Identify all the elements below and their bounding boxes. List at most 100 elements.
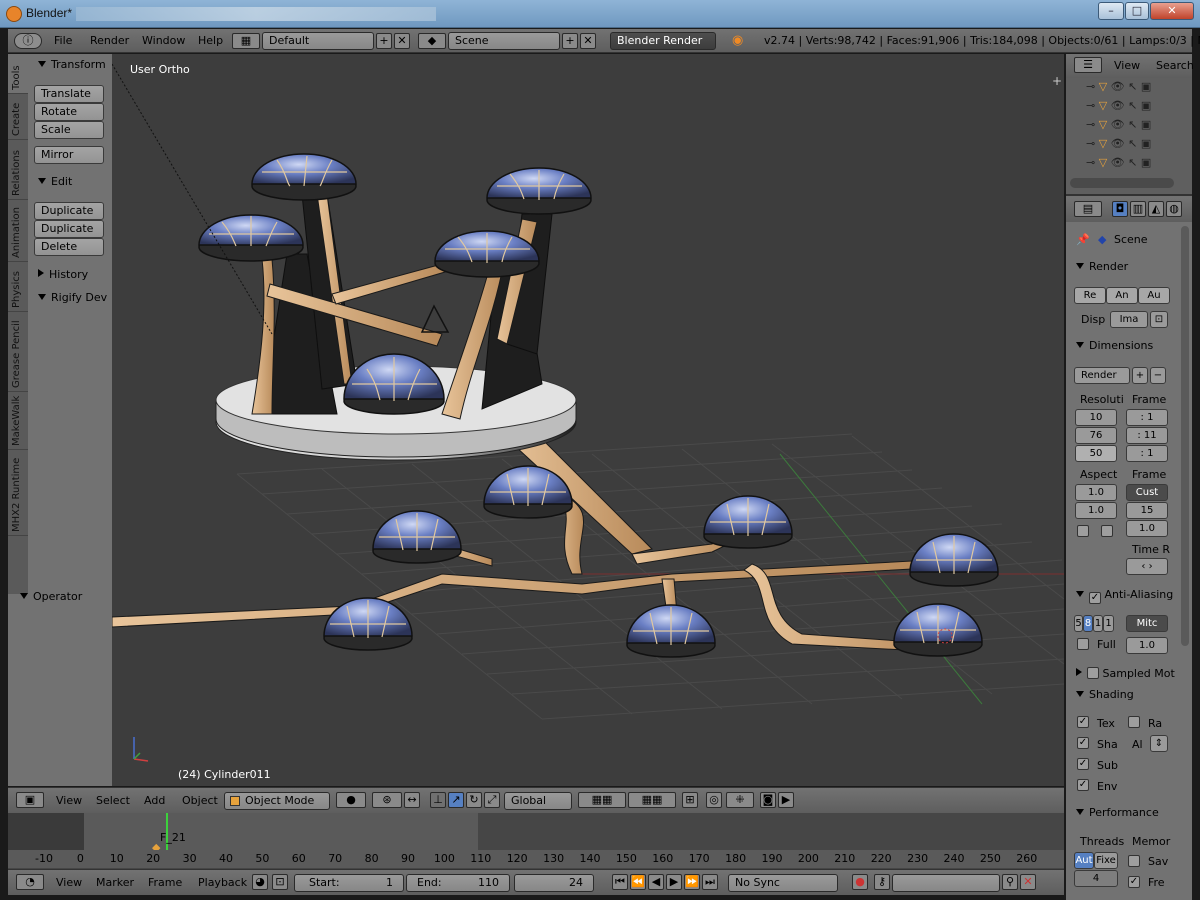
border-checkbox[interactable] xyxy=(1077,525,1089,537)
lock-interface-icon[interactable]: ⊡ xyxy=(1150,311,1168,328)
raytrace-checkbox[interactable] xyxy=(1128,716,1140,728)
pin-icon[interactable]: 📌 xyxy=(1076,233,1090,246)
outliner-row[interactable]: ⊸ ▽ 👁 ↖ ▣ xyxy=(1086,80,1200,96)
opengl-anim-icon[interactable]: ▶ xyxy=(778,792,794,808)
resolution-y-field[interactable]: 76 xyxy=(1075,427,1117,444)
edit-panel-header[interactable]: Edit xyxy=(38,175,72,188)
jump-start-icon[interactable]: ⏮ xyxy=(612,874,628,890)
layout-selector[interactable]: Default xyxy=(262,32,374,50)
tab-physics[interactable]: Physics xyxy=(8,262,28,312)
layers-right-icon[interactable]: ▦▦ xyxy=(628,792,676,808)
sampled-motion-checkbox[interactable] xyxy=(1087,667,1099,679)
transform-gizmo-icon[interactable]: ⊥ xyxy=(430,792,446,808)
remove-preset-icon[interactable]: − xyxy=(1150,367,1166,384)
keying-set-field[interactable] xyxy=(892,874,1000,892)
frame-step-field[interactable]: : 1 xyxy=(1126,445,1168,462)
pivot-point-icon[interactable]: ⊛ xyxy=(372,792,402,808)
operator-panel-header[interactable]: Operator xyxy=(20,590,82,603)
menu-window[interactable]: Window xyxy=(142,34,185,47)
alpha-mode-dropdown[interactable]: ⇕ xyxy=(1150,735,1168,752)
tab-mhx2-runtime[interactable]: MHX2 Runtime xyxy=(8,450,28,536)
history-panel-header[interactable]: History xyxy=(38,268,88,281)
tab-makewalk[interactable]: MakeWalk xyxy=(8,392,28,450)
outliner-editor-icon[interactable]: ☰ xyxy=(1074,57,1102,73)
screen-layout-icon[interactable]: ▦ xyxy=(232,33,260,49)
play-icon[interactable]: ▶ xyxy=(666,874,682,890)
outliner-view-menu[interactable]: View xyxy=(1114,59,1140,72)
frame-start-field[interactable]: : 1 xyxy=(1126,409,1168,426)
minimize-button[interactable]: – xyxy=(1098,2,1124,20)
insert-keyframe-icon[interactable]: ⚲ xyxy=(1002,874,1018,890)
dimensions-panel-header[interactable]: Dimensions xyxy=(1076,339,1153,352)
anti-aliasing-checkbox[interactable]: ✓ xyxy=(1089,592,1101,604)
playback-menu[interactable]: Playback xyxy=(198,876,247,889)
current-frame-field[interactable]: 24 xyxy=(514,874,594,892)
outliner-scrollbar[interactable] xyxy=(1070,178,1174,188)
properties-scrollbar[interactable] xyxy=(1181,226,1189,646)
add-layout-icon[interactable]: + xyxy=(376,33,392,49)
tab-relations[interactable]: Relations xyxy=(8,140,28,200)
outliner-row[interactable]: ⊸ ▽ 👁 ↖ ▣ xyxy=(1086,156,1200,172)
free-images-checkbox[interactable]: ✓ xyxy=(1128,876,1140,888)
translate-button[interactable]: Translate xyxy=(34,85,104,103)
menu-render[interactable]: Render xyxy=(90,34,129,47)
frame-menu[interactable]: Frame xyxy=(148,876,182,889)
timeline-ruler[interactable] xyxy=(8,850,1064,868)
rigify-panel-header[interactable]: Rigify Dev xyxy=(38,291,107,304)
start-frame-field[interactable]: Start: 1 xyxy=(294,874,404,892)
anti-aliasing-panel-header[interactable]: ✓ Anti-Aliasing xyxy=(1076,588,1173,604)
end-frame-field[interactable]: End: 110 xyxy=(406,874,510,892)
scale-gizmo-icon[interactable]: ⤢ xyxy=(484,792,500,808)
duplicate-linked-button[interactable]: Duplicate ... xyxy=(34,220,104,251)
environment-checkbox[interactable]: ✓ xyxy=(1077,779,1089,791)
timeline-view-menu[interactable]: View xyxy=(56,876,82,889)
render-panel-header[interactable]: Render xyxy=(1076,260,1128,273)
close-button[interactable]: ✕ xyxy=(1150,2,1194,20)
aa-samples-11[interactable]: 1 xyxy=(1093,615,1103,632)
full-sample-checkbox[interactable] xyxy=(1077,638,1089,650)
threads-count-field[interactable]: 4 xyxy=(1074,870,1118,887)
render-tab-icon[interactable]: ◘ xyxy=(1112,201,1128,217)
aa-samples-8[interactable]: 8 xyxy=(1083,615,1093,632)
snap-icon[interactable]: ⁜ xyxy=(726,792,754,808)
delete-button[interactable]: Delete xyxy=(34,238,104,256)
filter-size-field[interactable]: 1.0 xyxy=(1126,637,1168,654)
translate-gizmo-icon[interactable]: ↗ xyxy=(448,792,464,808)
aa-samples-16[interactable]: 1 xyxy=(1103,615,1114,632)
tab-grease-pencil[interactable]: Grease Pencil xyxy=(8,312,28,392)
scene-icon[interactable]: ◆ xyxy=(418,33,446,49)
properties-editor-icon[interactable]: ▤ xyxy=(1074,201,1102,217)
keying-set-icon[interactable]: ⚷ xyxy=(874,874,890,890)
fps-field[interactable]: 15 xyxy=(1126,502,1168,519)
world-tab-icon[interactable]: ◍ xyxy=(1166,201,1182,217)
info-editor-icon[interactable]: ⓘ xyxy=(14,33,42,49)
lock-camera-icon[interactable]: ⊞ xyxy=(682,792,698,808)
jump-end-icon[interactable]: ⏭ xyxy=(702,874,718,890)
manipulator-toggle-icon[interactable]: ↔ xyxy=(404,792,420,808)
3d-view-editor-icon[interactable]: ▣ xyxy=(16,792,44,808)
next-keyframe-icon[interactable]: ⏩ xyxy=(684,874,700,890)
time-remap-field[interactable]: ‹ › xyxy=(1126,558,1168,575)
render-animation-button[interactable]: An xyxy=(1106,287,1138,304)
aspect-x-field[interactable]: 1.0 xyxy=(1075,484,1117,501)
fps-base-field[interactable]: 1.0 xyxy=(1126,520,1168,537)
outliner-row[interactable]: ⊸ ▽ 👁 ↖ ▣ xyxy=(1086,118,1200,134)
aa-samples-5[interactable]: 5 xyxy=(1074,615,1083,632)
frame-end-field[interactable]: : 11 xyxy=(1126,427,1168,444)
performance-panel-header[interactable]: Performance xyxy=(1076,806,1159,819)
threads-fixed-button[interactable]: Fixe xyxy=(1094,852,1118,869)
render-layers-tab-icon[interactable]: ▥ xyxy=(1130,201,1146,217)
render-preset-dropdown[interactable]: Render xyxy=(1074,367,1130,384)
add-region-icon[interactable]: + xyxy=(1052,74,1062,88)
object-menu[interactable]: Object xyxy=(182,794,218,807)
add-preset-icon[interactable]: + xyxy=(1132,367,1148,384)
resolution-x-field[interactable]: 10 xyxy=(1075,409,1117,426)
proportional-edit-icon[interactable]: ◎ xyxy=(706,792,722,808)
scene-selector[interactable]: Scene xyxy=(448,32,560,50)
delete-keyframe-icon[interactable]: ✕ xyxy=(1020,874,1036,890)
rotate-gizmo-icon[interactable]: ↻ xyxy=(466,792,482,808)
transform-orientation-dropdown[interactable]: Global xyxy=(504,792,572,810)
crop-checkbox[interactable] xyxy=(1101,525,1113,537)
tab-create[interactable]: Create xyxy=(8,94,28,140)
view-menu[interactable]: View xyxy=(56,794,82,807)
